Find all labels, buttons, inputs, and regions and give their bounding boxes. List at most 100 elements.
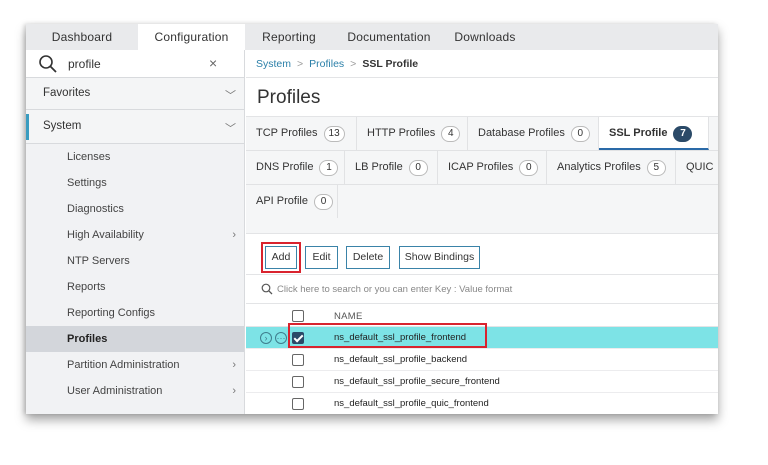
tab-label: ICAP Profiles	[448, 161, 514, 173]
active-indicator	[26, 114, 29, 140]
tab-configuration[interactable]: Configuration	[138, 24, 245, 50]
row-checkbox[interactable]	[292, 376, 304, 388]
row-name: ns_default_ssl_profile_secure_frontend	[334, 376, 500, 387]
edit-button[interactable]: Edit	[305, 246, 338, 269]
sidebar-item-label: High Availability	[67, 229, 144, 241]
tab-icap-profiles[interactable]: ICAP Profiles 0	[438, 151, 547, 184]
sidebar-item-label: Reporting Configs	[67, 307, 156, 319]
favorites-label: Favorites	[43, 87, 91, 99]
profile-tabs: TCP Profiles 13 HTTP Profiles 4 Database P…	[246, 116, 718, 234]
tab-downloads[interactable]: Downloads	[445, 24, 525, 50]
select-all-checkbox[interactable]	[292, 310, 304, 322]
search-input[interactable]: profile	[68, 57, 101, 71]
sidebar-item-label: NTP Servers	[67, 255, 130, 267]
sidebar-item-label: Licenses	[67, 151, 111, 163]
count-badge: 0	[408, 160, 428, 176]
tab-label: HTTP Profiles	[367, 127, 436, 139]
tab-label: TCP Profiles	[256, 127, 318, 139]
sidebar-system[interactable]: System ﹀	[26, 110, 244, 144]
breadcrumb-separator: >	[297, 58, 304, 70]
sidebar-item-partition-administration[interactable]: Partition Administration ›	[26, 352, 244, 378]
tab-lb-profile[interactable]: LB Profile 0	[345, 151, 438, 184]
main-panel: System > Profiles > SSL Profile Profiles TCP…	[246, 50, 718, 414]
app-window: Dashboard Configuration Reporting Docume…	[26, 24, 718, 414]
sidebar-favorites[interactable]: Favorites ﹀	[26, 78, 244, 110]
breadcrumb-profiles[interactable]: Profiles	[309, 58, 344, 70]
sidebar-item-high-availability[interactable]: High Availability ›	[26, 222, 244, 248]
row-checkbox[interactable]	[292, 354, 304, 366]
chevron-down-icon: ﹀	[225, 123, 236, 135]
row-checkbox[interactable]	[292, 398, 304, 410]
sidebar-item-user-administration[interactable]: User Administration ›	[26, 378, 244, 404]
search-icon	[39, 55, 57, 73]
sidebar-item-label: Diagnostics	[67, 203, 124, 215]
tab-dashboard[interactable]: Dashboard	[26, 24, 138, 50]
highlight-box	[261, 242, 301, 273]
sidebar-search[interactable]: profile ×	[26, 50, 244, 78]
top-nav: Dashboard Configuration Reporting Docume…	[26, 24, 718, 50]
chevron-right-icon: ›	[232, 359, 236, 371]
breadcrumb-current: SSL Profile	[362, 58, 419, 70]
sidebar-item-ntp-servers[interactable]: NTP Servers	[26, 248, 244, 274]
tab-reporting[interactable]: Reporting	[245, 24, 333, 50]
delete-button[interactable]: Delete	[346, 246, 390, 269]
count-badge: 0	[519, 160, 539, 176]
sidebar-item-settings[interactable]: Settings	[26, 170, 244, 196]
sidebar: profile × Favorites ﹀ System ﹀ Licenses …	[26, 50, 245, 414]
clear-search-icon[interactable]: ×	[209, 55, 217, 71]
tab-label: Analytics Profiles	[557, 161, 641, 173]
count-badge: 1	[319, 160, 339, 176]
tab-tcp-profiles[interactable]: TCP Profiles 13	[246, 117, 357, 150]
sidebar-item-licenses[interactable]: Licenses	[26, 144, 244, 170]
row-name: ns_default_ssl_profile_quic_frontend	[334, 398, 489, 409]
row-name: ns_default_ssl_profile_backend	[334, 354, 468, 365]
chevron-right-icon: ›	[232, 229, 236, 241]
tab-database-profiles[interactable]: Database Profiles 0	[468, 117, 599, 150]
breadcrumb-system[interactable]: System	[256, 58, 291, 70]
tab-ssl-profile[interactable]: SSL Profile 7	[599, 117, 709, 150]
sidebar-item-profiles[interactable]: Profiles	[26, 326, 244, 352]
table-row[interactable]: ns_default_ssl_profile_quic_frontend	[246, 393, 718, 414]
tab-analytics-profiles[interactable]: Analytics Profiles 5	[547, 151, 676, 184]
count-badge: 0	[313, 194, 333, 210]
sidebar-item-reporting-configs[interactable]: Reporting Configs	[26, 300, 244, 326]
table-row[interactable]: ns_default_ssl_profile_secure_frontend	[246, 371, 718, 393]
table-row[interactable]: ns_default_ssl_profile_backend	[246, 349, 718, 371]
show-bindings-button[interactable]: Show Bindings	[399, 246, 480, 269]
expand-row-icon[interactable]: ›	[260, 332, 272, 344]
tab-dns-profile[interactable]: DNS Profile 1	[246, 151, 345, 184]
tab-http-profiles[interactable]: HTTP Profiles 4	[357, 117, 468, 150]
sidebar-item-diagnostics[interactable]: Diagnostics	[26, 196, 244, 222]
more-actions-icon[interactable]: ···	[275, 332, 287, 344]
search-icon	[261, 283, 273, 295]
sidebar-item-label: Settings	[67, 177, 107, 189]
table-search[interactable]: Click here to search or you can enter Ke…	[246, 276, 718, 304]
toolbar: Add Edit Delete Show Bindings	[246, 234, 718, 275]
breadcrumb-separator: >	[350, 58, 357, 70]
count-badge: 7	[673, 126, 693, 142]
system-label: System	[43, 120, 82, 132]
count-badge: 4	[441, 126, 461, 142]
highlight-box	[288, 323, 487, 348]
sidebar-item-label: User Administration	[67, 385, 163, 397]
tab-label: SSL Profile	[609, 127, 668, 139]
count-badge: 13	[323, 126, 345, 142]
sidebar-item-label: Partition Administration	[67, 359, 180, 371]
count-badge: 0	[570, 126, 590, 142]
tab-documentation[interactable]: Documentation	[333, 24, 445, 50]
name-column-header[interactable]: NAME	[334, 311, 363, 322]
tab-label: DNS Profile	[256, 161, 314, 173]
breadcrumb: System > Profiles > SSL Profile	[246, 50, 718, 78]
table-search-placeholder: Click here to search or you can enter Ke…	[277, 284, 513, 295]
sidebar-item-label: Reports	[67, 281, 106, 293]
tab-label: API Profile	[256, 195, 308, 207]
tab-label: LB Profile	[355, 161, 403, 173]
tab-label: QUIC	[686, 161, 714, 173]
tab-label: Database Profiles	[478, 127, 565, 139]
count-badge: 5	[646, 160, 666, 176]
sidebar-item-label: Profiles	[67, 333, 108, 345]
chevron-down-icon: ﹀	[225, 90, 236, 102]
tab-quic[interactable]: QUIC	[676, 151, 718, 184]
sidebar-item-reports[interactable]: Reports	[26, 274, 244, 300]
tab-api-profile[interactable]: API Profile 0	[246, 185, 338, 218]
